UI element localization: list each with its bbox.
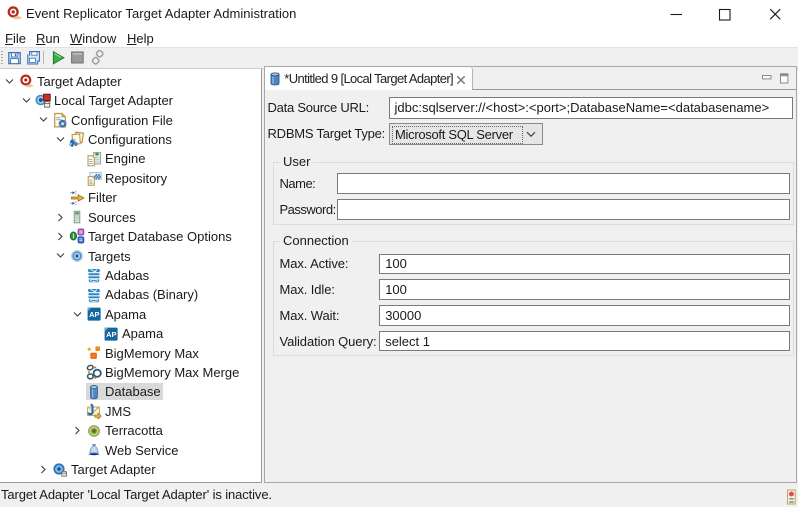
svg-text:AP: AP	[106, 330, 116, 339]
svg-text:AP: AP	[89, 310, 99, 319]
